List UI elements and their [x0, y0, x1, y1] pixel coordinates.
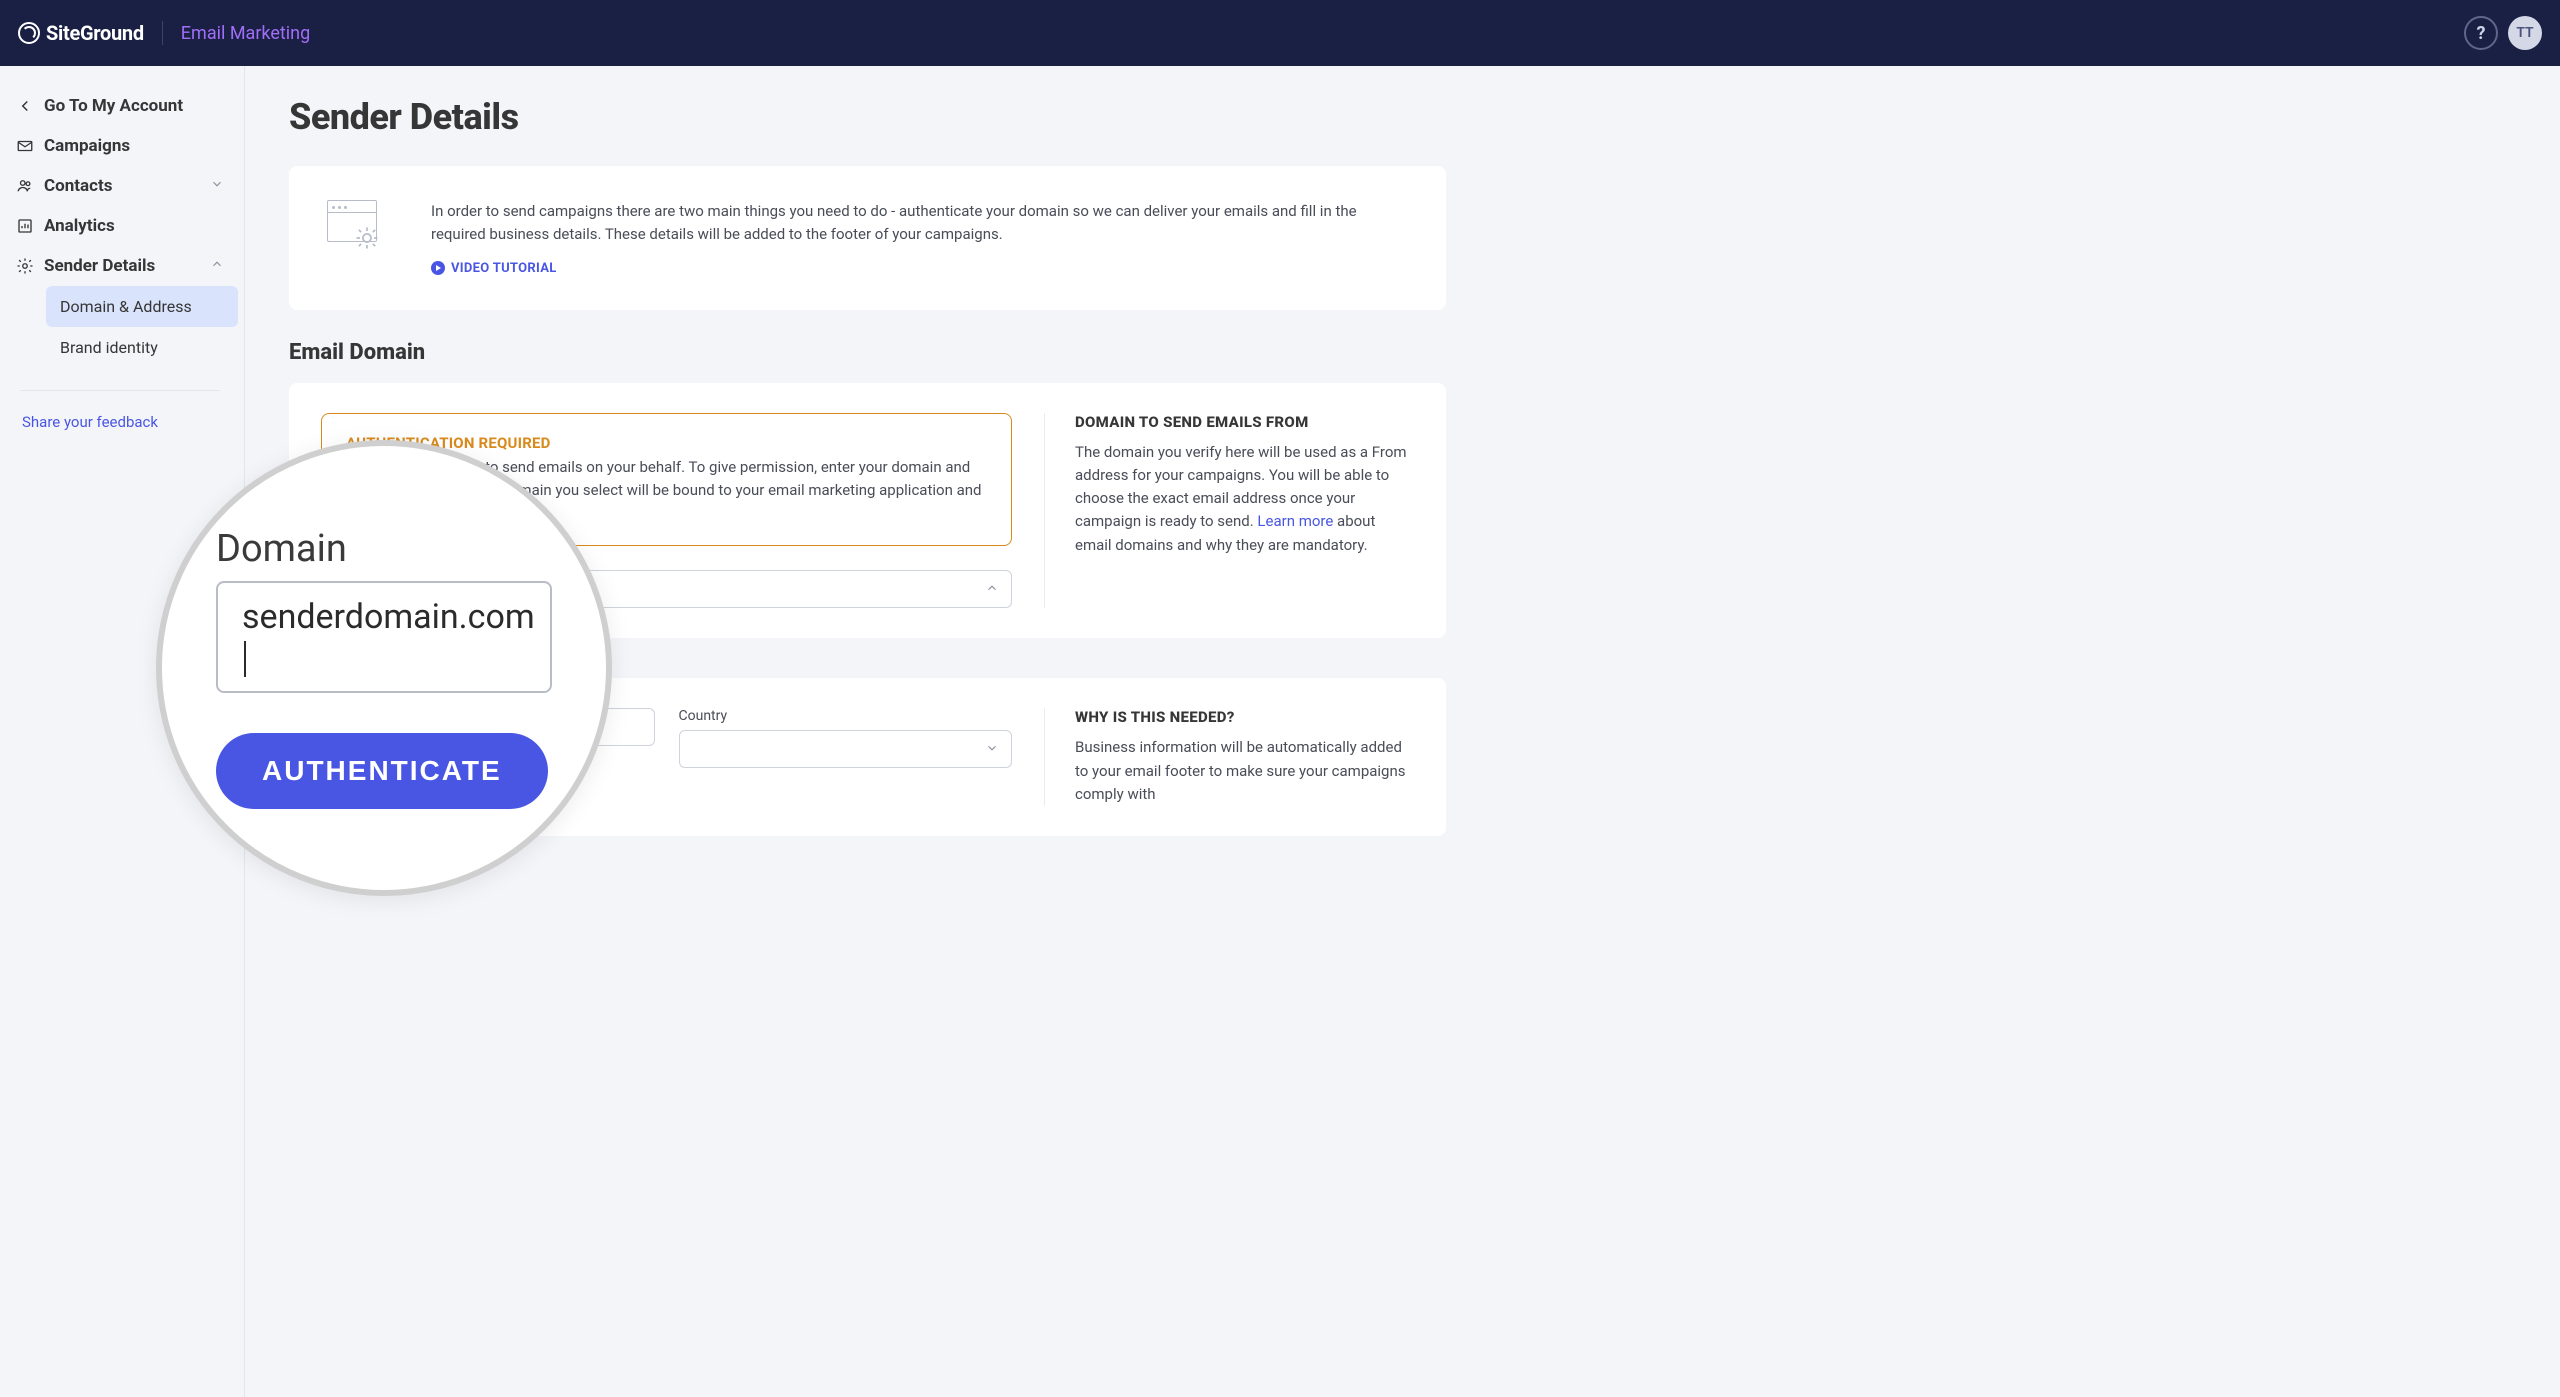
back-to-account[interactable]: Go To My Account: [2, 86, 238, 126]
arrow-left-icon: [16, 97, 34, 115]
logo-text: SiteGround: [46, 21, 144, 45]
authenticate-button[interactable]: AUTHENTICATE: [216, 733, 548, 809]
mail-icon: [16, 137, 34, 155]
learn-more-link[interactable]: Learn more: [1257, 512, 1333, 530]
play-icon: [431, 261, 445, 275]
sidebar-item-contacts[interactable]: Contacts: [2, 166, 238, 206]
sidebar-divider: [20, 390, 220, 391]
contacts-icon: [16, 177, 34, 195]
nav-label: Campaigns: [44, 136, 130, 156]
email-domain-side: DOMAIN TO SEND EMAILS FROM The domain yo…: [1044, 413, 1414, 609]
magnifier-field-label: Domain: [216, 527, 552, 571]
intro-illustration: [327, 200, 393, 260]
intro-card: In order to send campaigns there are two…: [289, 166, 1446, 310]
gear-overlay-icon: [353, 224, 381, 252]
side-paragraph: The domain you verify here will be used …: [1075, 441, 1414, 557]
chevron-up-icon: [210, 256, 224, 276]
chevron-down-icon: [210, 176, 224, 196]
business-info-side: WHY IS THIS NEEDED? Business information…: [1044, 708, 1414, 806]
video-link-label: VIDEO TUTORIAL: [451, 261, 557, 276]
sidebar-subitem-domain-address[interactable]: Domain & Address: [46, 286, 238, 327]
text-cursor: [244, 641, 246, 677]
video-tutorial-link[interactable]: VIDEO TUTORIAL: [431, 261, 557, 276]
email-domain-heading: Email Domain: [289, 340, 1446, 365]
side-title-2: WHY IS THIS NEEDED?: [1075, 708, 1414, 726]
sidebar-item-analytics[interactable]: Analytics: [2, 206, 238, 246]
country-label: Country: [679, 708, 1013, 724]
logo-icon: [18, 22, 40, 44]
analytics-icon: [16, 217, 34, 235]
field-col-2: Country: [679, 708, 1013, 768]
product-name[interactable]: Email Marketing: [181, 23, 310, 44]
sidebar-subitem-brand-identity[interactable]: Brand identity: [46, 327, 238, 368]
logo[interactable]: SiteGround: [18, 21, 144, 45]
gear-icon: [16, 257, 34, 275]
nav-label: Contacts: [44, 176, 112, 196]
back-label: Go To My Account: [44, 96, 183, 116]
header-left: SiteGround Email Marketing: [18, 21, 310, 45]
nav-label: Analytics: [44, 216, 115, 236]
chevron-up-icon: [985, 580, 999, 599]
country-select[interactable]: [679, 730, 1013, 768]
nav-label: Sender Details: [44, 256, 155, 276]
magnifier-overlay: Domain senderdomain.com AUTHENTICATE: [156, 440, 612, 896]
sender-details-submenu: Domain & Address Brand identity: [2, 286, 238, 368]
avatar[interactable]: TT: [2508, 16, 2542, 50]
intro-paragraph: In order to send campaigns there are two…: [431, 200, 1408, 247]
side-title: DOMAIN TO SEND EMAILS FROM: [1075, 413, 1414, 431]
sidebar-item-sender-details[interactable]: Sender Details: [2, 246, 238, 286]
app-header: SiteGround Email Marketing ? TT: [0, 0, 2560, 66]
divider: [162, 21, 163, 45]
help-button[interactable]: ?: [2464, 16, 2498, 50]
share-feedback-link[interactable]: Share your feedback: [2, 413, 238, 431]
intro-text: In order to send campaigns there are two…: [431, 200, 1408, 276]
header-right: ? TT: [2464, 16, 2542, 50]
page-title: Sender Details: [289, 96, 1446, 138]
sidebar-item-campaigns[interactable]: Campaigns: [2, 126, 238, 166]
side-paragraph-2: Business information will be automatical…: [1075, 736, 1414, 806]
chevron-down-icon: [985, 740, 999, 759]
magnifier-domain-input[interactable]: senderdomain.com: [216, 581, 552, 693]
